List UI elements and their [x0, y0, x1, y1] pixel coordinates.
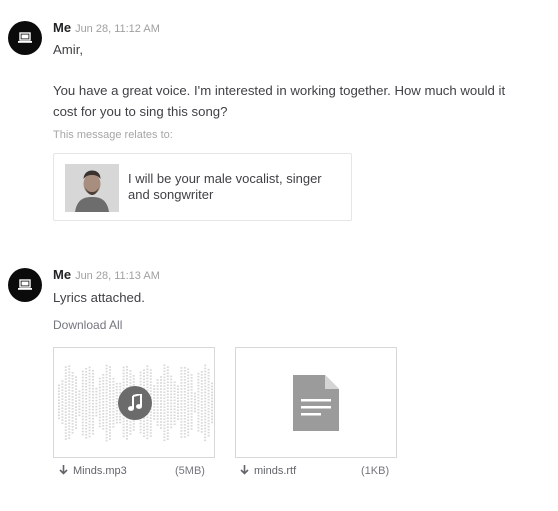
- attachment-size: (1KB): [361, 465, 390, 477]
- message-body: Lyrics attached.: [53, 290, 145, 305]
- avatar[interactable]: [8, 21, 42, 55]
- attachment-download-link[interactable]: minds.rtf: [240, 465, 296, 477]
- message-body-line: You have a great voice. I'm interested i…: [53, 83, 506, 98]
- attachment-download-link[interactable]: Minds.mp3: [59, 465, 127, 477]
- attachment-preview-audio[interactable]: [53, 347, 215, 458]
- download-arrow-icon: [59, 465, 68, 475]
- document-icon: [293, 375, 339, 431]
- attachment-preview-document[interactable]: [235, 347, 397, 458]
- laptop-icon: [18, 279, 32, 290]
- attachment-meta: minds.rtf (1KB): [240, 465, 392, 481]
- message-item: Me Jun 28, 11:13 AM Lyrics attached. Down…: [0, 250, 558, 500]
- attachment-size: (5MB): [175, 465, 205, 477]
- message-body-line: cost for you to sing this song?: [53, 104, 228, 119]
- laptop-icon: [18, 32, 32, 43]
- attachment-meta: Minds.mp3 (5MB): [59, 465, 209, 481]
- sender-name: Me: [53, 267, 72, 282]
- gig-title-line: and songwriter: [128, 187, 214, 202]
- avatar[interactable]: [8, 268, 42, 302]
- attachment-filename: Minds.mp3: [73, 465, 127, 477]
- message-timestamp: Jun 28, 11:12 AM: [75, 23, 160, 35]
- message-greeting: Amir,: [53, 42, 84, 57]
- related-gig-card[interactable]: I will be your male vocalist, singer and…: [53, 153, 352, 221]
- gig-thumbnail: [65, 164, 119, 212]
- message-item: Me Jun 28, 11:12 AM Amir, You have a grea…: [0, 0, 558, 230]
- gig-title-line: I will be your male vocalist, singer: [128, 171, 322, 186]
- attachment-filename: minds.rtf: [254, 465, 297, 477]
- gig-title[interactable]: I will be your male vocalist, singer and…: [128, 171, 343, 203]
- relates-label: This message relates to:: [53, 129, 173, 141]
- sender-line: Me Jun 28, 11:13 AM: [53, 267, 160, 282]
- sender-line: Me Jun 28, 11:12 AM: [53, 20, 160, 35]
- message-timestamp: Jun 28, 11:13 AM: [75, 270, 160, 282]
- sender-name: Me: [53, 20, 72, 35]
- download-arrow-icon: [240, 465, 249, 475]
- download-all-link[interactable]: Download All: [53, 318, 122, 332]
- music-note-icon: [118, 386, 152, 420]
